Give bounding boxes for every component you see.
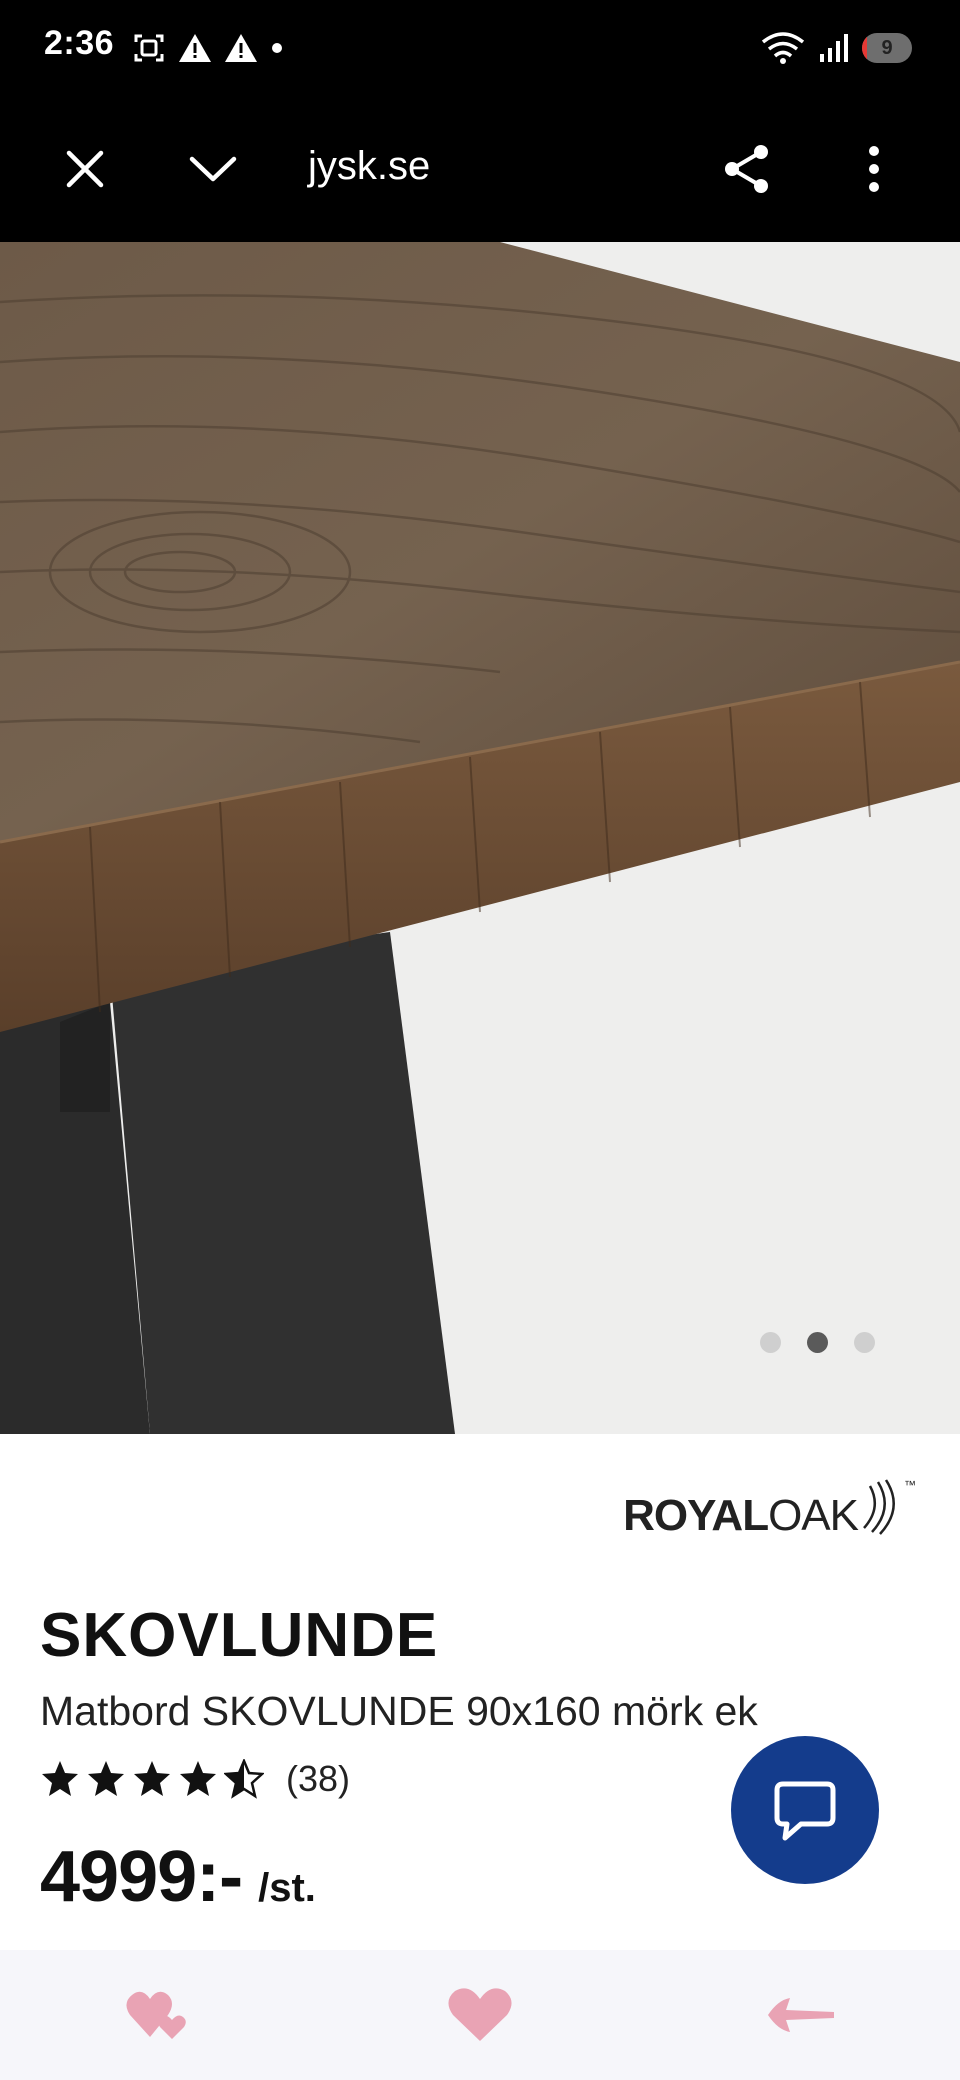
gallery-pagination [760,1332,875,1353]
brand-logo-text: ROYAL [623,1491,769,1540]
gallery-dot[interactable] [760,1332,781,1353]
brand-arcs-icon [863,1479,895,1535]
status-time: 2:36 [44,24,115,62]
chevron-down-icon [189,156,237,182]
star-half-icon [224,1759,264,1799]
warning-icon [225,34,257,62]
more-vert-icon [869,146,879,192]
share-icon [725,145,768,193]
status-icons-right: 9 [760,28,912,68]
star-full-icon [42,1761,78,1796]
product-image [0,242,960,1434]
product-name: SKOVLUNDE [40,1601,439,1670]
rating-count: (38) [286,1758,351,1799]
signal-icon [820,34,848,62]
heart-outline-icon [126,1991,186,2039]
star-full-icon [180,1761,216,1796]
screenshot-icon [134,34,164,62]
gallery-dot[interactable] [807,1332,828,1353]
battery-level: 9 [881,36,893,59]
chat-bubble-icon [774,1781,836,1841]
star-full-icon [88,1761,124,1796]
minimize-button[interactable] [177,133,249,205]
price-unit: /st. [258,1866,316,1910]
bottom-back-button[interactable] [750,1965,850,2065]
bottom-like-button[interactable] [430,1965,530,2065]
browser-toolbar: jysk.se [0,96,960,242]
gallery-dot[interactable] [854,1332,875,1353]
url-text[interactable]: jysk.se [308,144,430,189]
share-button[interactable] [711,133,783,205]
close-icon [66,150,104,188]
back-arrow-icon [768,1998,834,2032]
dot-icon [272,43,282,53]
heart-icon [448,1988,512,2041]
product-description: Matbord SKOVLUNDE 90x160 mörk ek [40,1688,758,1734]
star-full-icon [134,1761,170,1796]
bottom-bar [0,1950,960,2080]
brand-logo: ROYAL OAK ™ [623,1478,916,1538]
brand-tm: ™ [904,1478,916,1492]
rating-stars [40,1759,264,1799]
battery-fill [862,33,867,63]
product-price: 4999:- /st. [40,1836,316,1918]
product-rating[interactable]: (38) [40,1758,350,1800]
warning-icon [179,34,211,62]
battery-icon: 9 [862,33,912,63]
price-value: 4999:- [40,1837,243,1917]
status-bar: 2:36 9 [0,0,960,96]
status-icons-left [132,28,284,68]
close-button[interactable] [49,133,121,205]
chat-button[interactable] [731,1736,879,1884]
brand-logo-text-2: OAK [768,1491,859,1540]
bottom-favorites-button[interactable] [110,1965,210,2065]
more-options-button[interactable] [838,133,910,205]
wifi-icon [761,32,805,64]
product-image-gallery[interactable] [0,242,960,1434]
